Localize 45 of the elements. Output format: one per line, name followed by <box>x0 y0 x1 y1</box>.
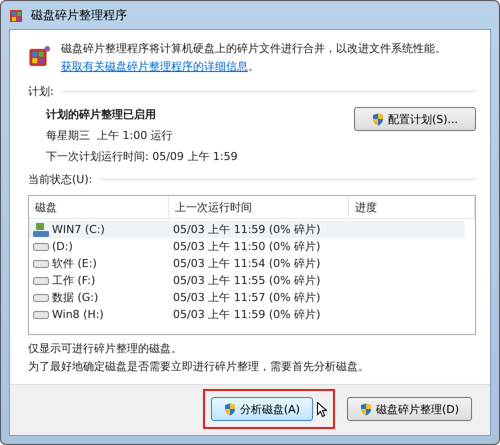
disk-name: 工作 (F:) <box>52 273 96 288</box>
window-title: 磁盘碎片整理程序 <box>31 6 127 24</box>
drive-icon <box>33 260 49 268</box>
drive-icon <box>33 310 49 318</box>
description-text: 磁盘碎片整理程序将计算机硬盘上的碎片文件进行合并，以改进文件系统性能。 获取有关磁盘碎片整理程序的详细信息。 <box>60 40 476 76</box>
action-button[interactable]: 分析磁盘(A) <box>210 397 313 421</box>
last-run-time: 05/03 上午 11:54 (0% 碎片) <box>173 256 320 271</box>
drive-icon <box>33 294 49 302</box>
shield-icon <box>372 112 384 126</box>
note-text: 仅显示可进行碎片整理的磁盘。 <box>28 341 183 356</box>
next-run-time: 下一次计划运行时间: 05/09 上午 1:59 <box>46 149 238 164</box>
disk-name: (D:) <box>52 240 73 253</box>
action-button[interactable]: 磁盘碎片整理(D) <box>346 397 472 421</box>
disk-name: 数据 (G:) <box>52 290 98 305</box>
more-info-link[interactable]: 获取有关磁盘碎片整理程序的详细信息 <box>60 58 248 76</box>
column-header[interactable]: 上一次运行时间 <box>169 196 349 218</box>
last-run-time: 05/03 上午 11:59 (0% 碎片) <box>173 307 320 322</box>
disk-name: Win8 (H:) <box>52 308 104 321</box>
configure-schedule-button[interactable]: 配置计划(S)... <box>354 107 476 131</box>
disk-name: WIN7 (C:) <box>52 223 105 236</box>
last-run-time: 05/03 上午 11:50 (0% 碎片) <box>173 239 320 254</box>
note-text: 为了最好地确定磁盘是否需要立即进行碎片整理，需要首先分析磁盘。 <box>28 359 370 374</box>
defrag-app-icon <box>9 7 25 23</box>
disk-row[interactable]: WIN7 (C:) 05/03 上午 11:59 (0% 碎片) <box>29 221 465 238</box>
disk-row[interactable]: 数据 (G:) 05/03 上午 11:57 (0% 碎片) <box>29 289 475 306</box>
disk-row[interactable]: (D:) 05/03 上午 11:50 (0% 碎片) <box>29 238 475 255</box>
column-header[interactable]: 进度 <box>349 196 475 218</box>
section-heading: 计划: <box>28 84 54 99</box>
schedule-frequency: 每星期三 上午 1:00 运行 <box>46 128 174 143</box>
disk-row[interactable]: 软件 (E:) 05/03 上午 11:54 (0% 碎片) <box>29 255 475 272</box>
last-run-time: 05/03 上午 11:59 (0% 碎片) <box>173 222 320 237</box>
disk-row[interactable]: Win8 (H:) 05/03 上午 11:59 (0% 碎片) <box>29 306 475 323</box>
drive-icon <box>33 242 49 250</box>
shield-icon <box>360 402 372 416</box>
section-heading: 当前状态(U): <box>28 172 92 187</box>
last-run-time: 05/03 上午 11:57 (0% 碎片) <box>173 290 320 305</box>
disk-row[interactable]: 工作 (F:) 05/03 上午 11:55 (0% 碎片) <box>29 272 475 289</box>
mouse-cursor-icon <box>316 402 327 416</box>
schedule-status: 计划的碎片整理已启用 <box>46 107 157 122</box>
shield-icon <box>224 402 236 416</box>
drive-icon <box>33 276 49 284</box>
last-run-time: 05/03 上午 11:55 (0% 碎片) <box>173 273 320 288</box>
column-header[interactable]: 磁盘 <box>29 196 169 218</box>
system-drive-icon <box>33 222 49 236</box>
disk-name: 软件 (E:) <box>52 256 97 271</box>
